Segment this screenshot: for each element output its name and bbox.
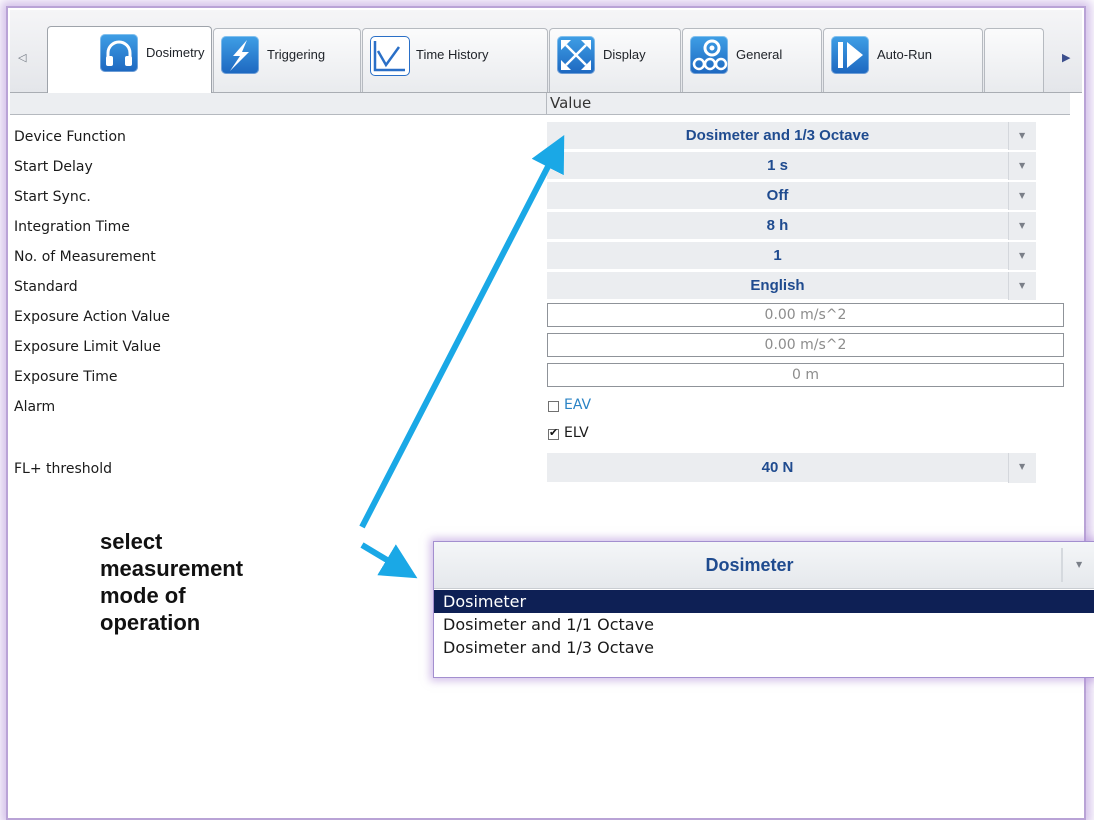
annotation-text: select measurement mode of operation [100,528,243,636]
annotation-line: mode of [100,583,186,608]
arrow-to-dropdown [360,542,418,579]
annotation-line: select [100,529,163,554]
dropdown-option-dosimeter-1-1-octave[interactable]: Dosimeter and 1/1 Octave [434,613,1094,636]
dropdown-button[interactable]: ▼ [1061,548,1094,582]
dropdown-current-value: Dosimeter [705,555,794,575]
annotation-line: measurement [100,556,244,581]
annotation-line: operation [100,610,201,635]
dropdown-option-dosimeter-1-3-octave[interactable]: Dosimeter and 1/3 Octave [434,636,1094,659]
dropdown-header[interactable]: Dosimeter ▼ [434,542,1094,589]
chevron-down-icon: ▼ [1076,560,1083,569]
annotation-arrows [359,135,565,579]
dropdown-option-dosimeter[interactable]: Dosimeter [434,590,1094,613]
arrow-to-device-function [359,135,565,529]
device-function-dropdown[interactable]: Dosimeter ▼ Dosimeter Dosimeter and 1/1 … [433,541,1094,678]
